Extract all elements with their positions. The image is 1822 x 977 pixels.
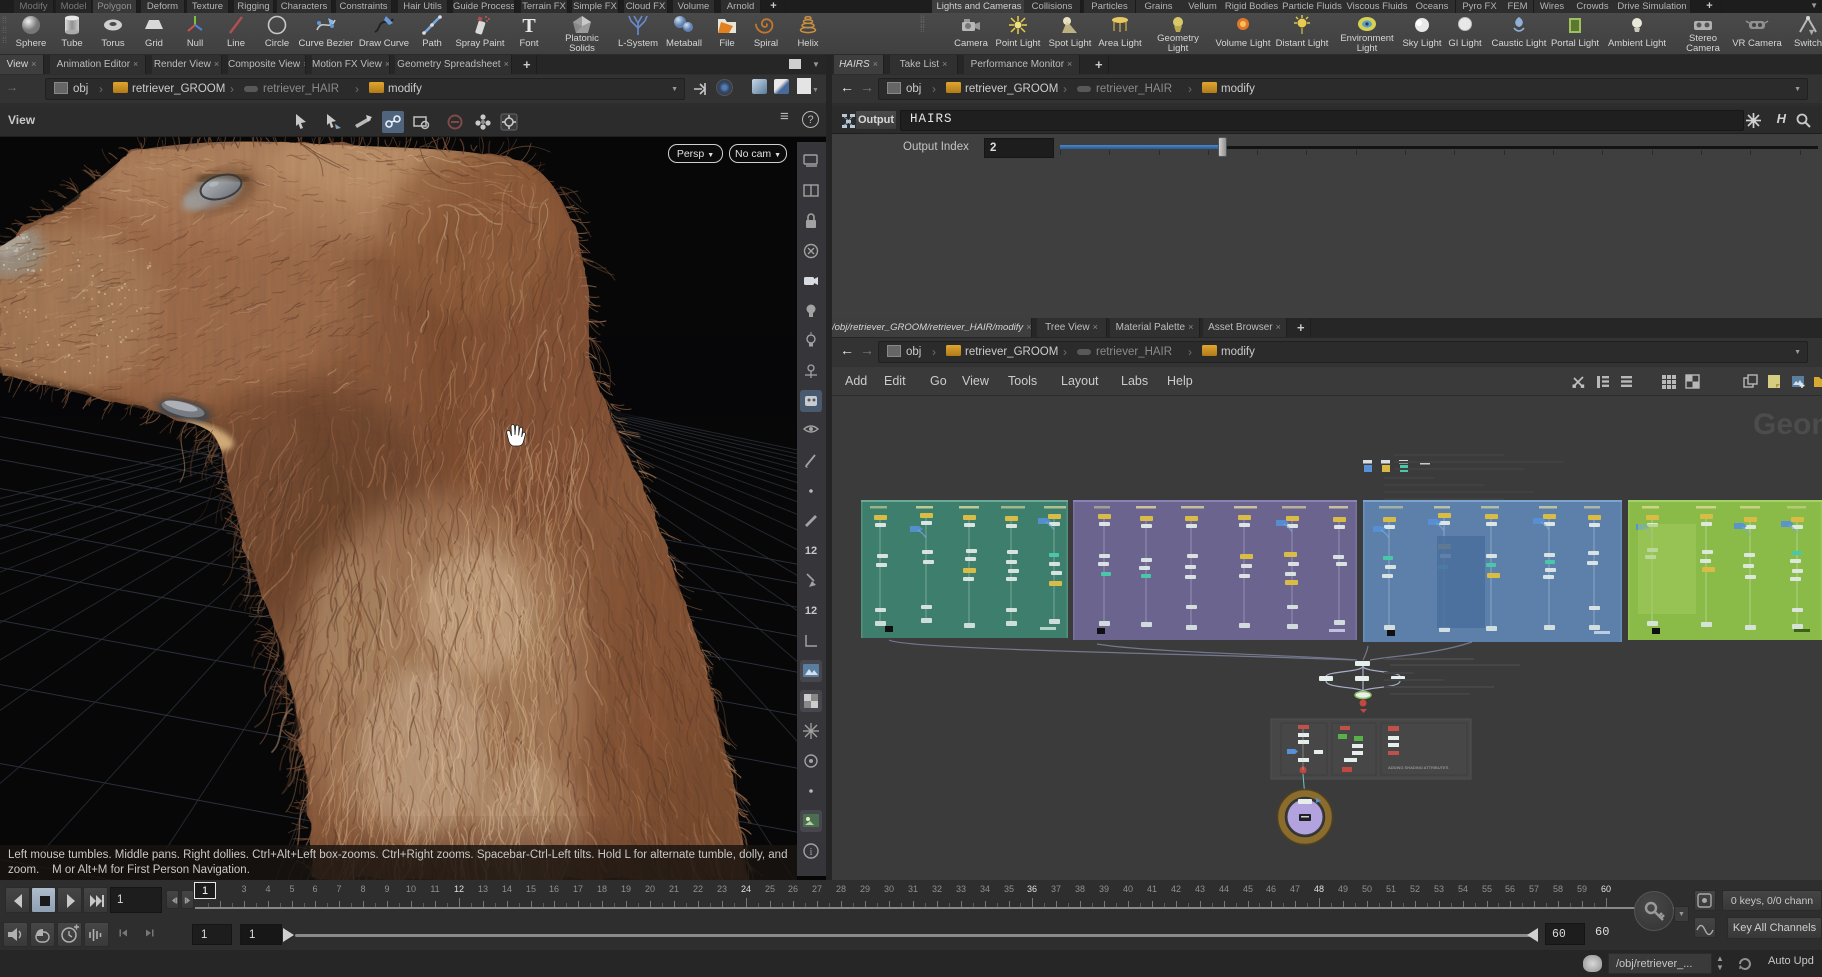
svg-text:Geom: Geom: [1753, 408, 1822, 441]
svg-text:T: T: [522, 15, 536, 36]
svg-text:i: i: [810, 847, 813, 858]
svg-text:ADDING SHADING ATTRIBUTES: ADDING SHADING ATTRIBUTES: [1388, 765, 1449, 770]
